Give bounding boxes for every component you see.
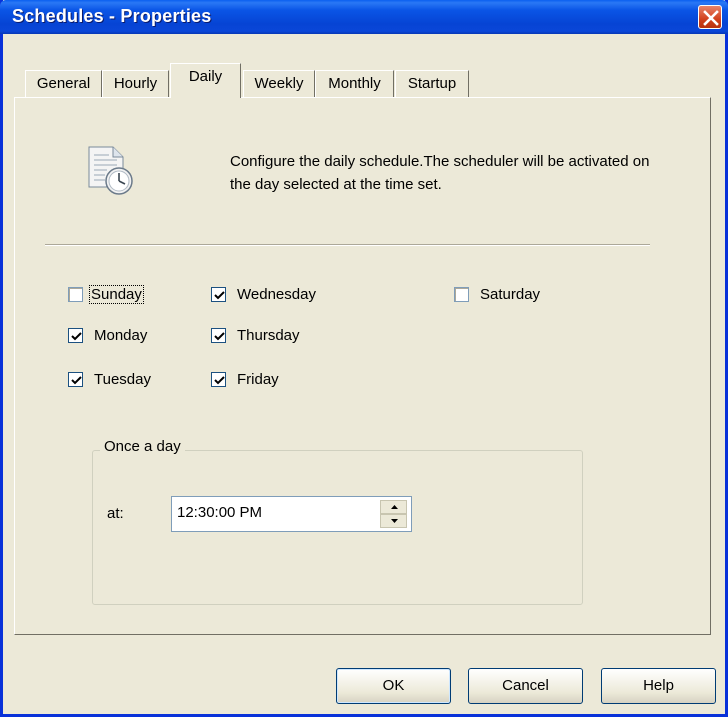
tab-panel-daily — [14, 97, 711, 635]
tab-daily[interactable]: Daily — [170, 63, 241, 98]
title-bar[interactable]: Schedules - Properties — [0, 0, 728, 34]
tab-general-label: General — [36, 75, 91, 92]
tab-hourly[interactable]: Hourly — [102, 70, 169, 98]
tab-hourly-label: Hourly — [113, 75, 158, 92]
tab-weekly[interactable]: Weekly — [243, 70, 315, 98]
tab-daily-label: Daily — [188, 68, 223, 85]
tab-general[interactable]: General — [25, 70, 102, 98]
tab-monthly[interactable]: Monthly — [315, 70, 394, 98]
close-button[interactable] — [698, 5, 722, 29]
cancel-button[interactable]: Cancel — [468, 668, 583, 704]
help-button[interactable]: Help — [601, 668, 716, 704]
tab-monthly-label: Monthly — [328, 75, 381, 92]
tab-startup[interactable]: Startup — [395, 70, 469, 98]
tab-startup-label: Startup — [407, 75, 457, 92]
close-icon — [703, 10, 719, 26]
tab-weekly-label: Weekly — [254, 75, 304, 92]
ok-button[interactable]: OK — [336, 668, 451, 704]
window-title: Schedules - Properties — [12, 6, 212, 26]
